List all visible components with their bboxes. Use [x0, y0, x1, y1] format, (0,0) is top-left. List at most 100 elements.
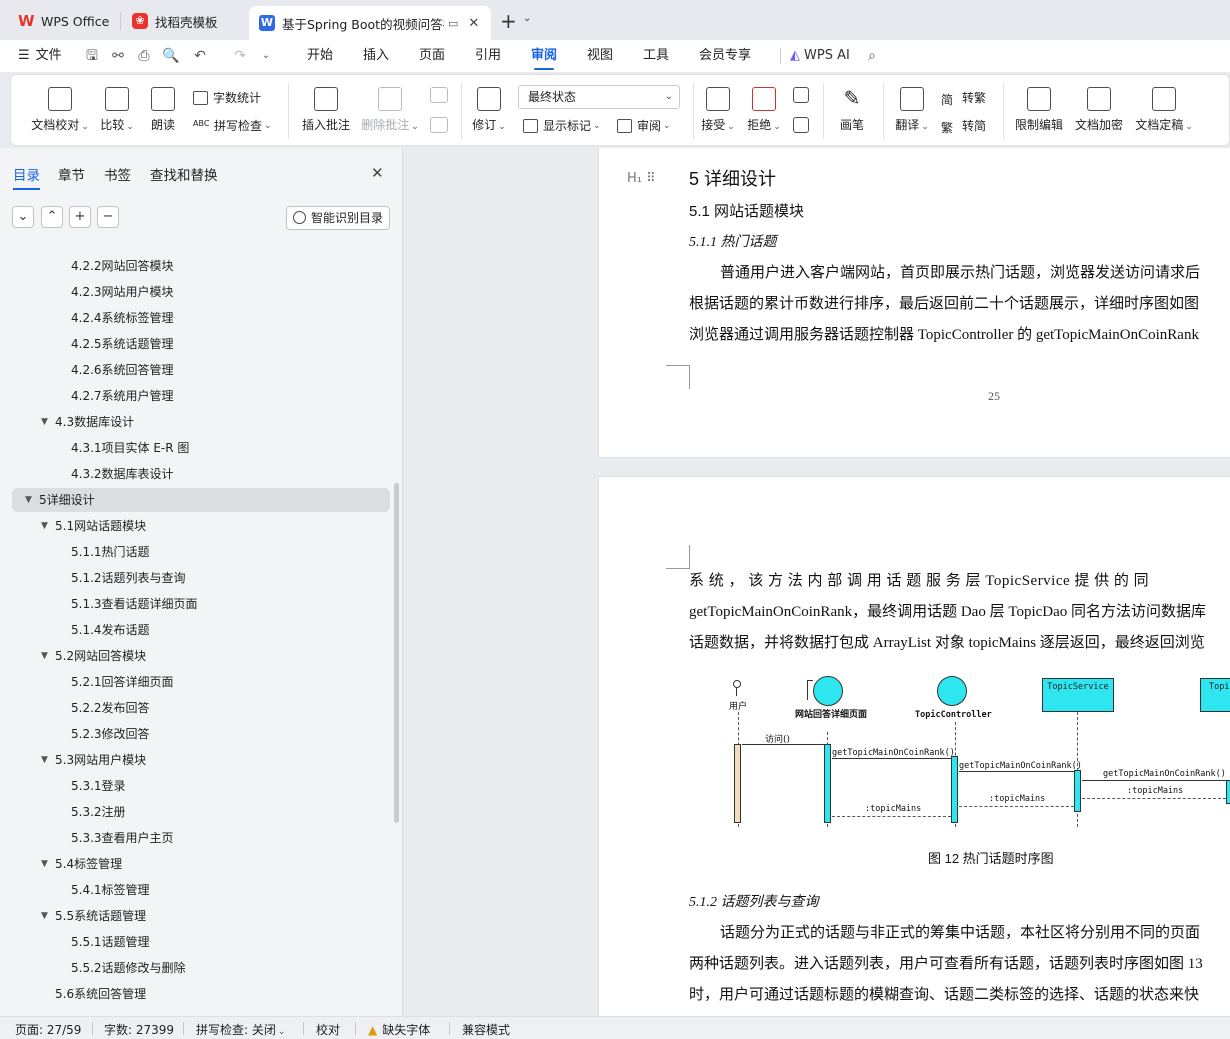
prev-change-button[interactable]: [791, 87, 811, 108]
toc-item[interactable]: 4.2.5系统话题管理: [71, 332, 174, 356]
new-tab-icon[interactable]: +: [500, 9, 517, 33]
close-tab-icon[interactable]: ✕: [468, 16, 479, 31]
encrypt-button[interactable]: 文档加密: [1073, 87, 1125, 133]
to-simplified-button[interactable]: 繁转简: [941, 117, 986, 135]
toc-item[interactable]: 5.2.2发布回答: [71, 696, 150, 720]
menu-wps-ai[interactable]: ◭ WPS AI: [790, 40, 850, 72]
menu-tools[interactable]: 工具: [643, 40, 669, 72]
to-traditional-button[interactable]: 简转繁: [941, 89, 986, 107]
menu-insert[interactable]: 插入: [363, 40, 389, 72]
print-preview-icon[interactable]: 🔍: [162, 48, 179, 64]
next-change-button[interactable]: [791, 117, 811, 138]
toc-item[interactable]: 4.2.7系统用户管理: [71, 384, 174, 408]
compare-button[interactable]: 比较 ⌄: [97, 87, 137, 133]
tab-wps-office[interactable]: W WPS Office: [8, 6, 118, 36]
expand-button[interactable]: ⌃: [41, 206, 63, 228]
toc-item[interactable]: 5.6系统回答管理: [55, 982, 146, 1006]
toc-expand-arrow-icon[interactable]: ▼: [41, 755, 48, 765]
read-aloud-button[interactable]: 朗读: [149, 87, 177, 133]
reject-button[interactable]: 拒绝 ⌄: [747, 87, 781, 133]
close-icon[interactable]: ✕: [371, 164, 384, 182]
toc-expand-arrow-icon[interactable]: ▼: [41, 859, 48, 869]
toc-item[interactable]: 5.3.1登录: [71, 774, 126, 798]
toc-expand-arrow-icon[interactable]: ▼: [41, 521, 48, 531]
toc-item[interactable]: 5.1.4发布话题: [71, 618, 150, 642]
prev-comment-button[interactable]: [429, 87, 449, 108]
restrict-edit-button[interactable]: 限制编辑: [1013, 87, 1065, 133]
translate-button[interactable]: 翻译 ⌄: [893, 87, 931, 133]
toc-item[interactable]: 5.2.3修改回答: [71, 722, 150, 746]
toc-expand-arrow-icon[interactable]: ▼: [41, 417, 48, 427]
toc-expand-arrow-icon[interactable]: ▼: [25, 495, 32, 505]
toc-item[interactable]: 5.4.1标签管理: [71, 878, 150, 902]
share-icon[interactable]: ⚯: [110, 48, 126, 64]
toc-item[interactable]: 5.2网站回答模块: [55, 644, 146, 668]
markup-status-select[interactable]: 最终状态 ⌄: [518, 85, 680, 109]
chevron-down-icon[interactable]: ⌄: [258, 48, 274, 64]
toc-item[interactable]: 5详细设计: [39, 488, 95, 512]
heading-marker-icon[interactable]: H₁ ⠿: [627, 171, 656, 186]
finalize-button[interactable]: 文档定稿 ⌄: [1133, 87, 1195, 133]
doc-check-button[interactable]: 文档校对 ⌄: [29, 87, 91, 133]
toc-item[interactable]: 5.1网站话题模块: [55, 514, 146, 538]
menu-review[interactable]: 审阅: [531, 40, 557, 72]
toc-item[interactable]: 5.4标签管理: [55, 852, 122, 876]
menu-file[interactable]: ☰ 文件: [18, 40, 62, 72]
toc-item[interactable]: 4.2.3网站用户模块: [71, 280, 174, 304]
track-changes-button[interactable]: 修订 ⌄: [471, 87, 507, 133]
nav-tab-toc[interactable]: 目录: [13, 164, 40, 190]
nav-scrollbar[interactable]: [394, 483, 399, 823]
toc-item[interactable]: 4.2.2网站回答模块: [71, 254, 174, 278]
tab-document[interactable]: W 基于Spring Boot的视频问答社 ▭ ✕: [249, 6, 491, 40]
nav-tab-bookmarks[interactable]: 书签: [104, 164, 131, 184]
smart-toc-button[interactable]: 智能识别目录: [286, 206, 390, 230]
toc-item[interactable]: 5.1.1热门话题: [71, 540, 150, 564]
menu-member[interactable]: 会员专享: [699, 40, 751, 72]
menu-start[interactable]: 开始: [307, 40, 333, 72]
toc-item[interactable]: 5.3.3查看用户主页: [71, 826, 174, 850]
toc-item[interactable]: 5.5系统话题管理: [55, 904, 146, 928]
toc-item[interactable]: 5.1.3查看话题详细页面: [71, 592, 198, 616]
menu-view[interactable]: 视图: [587, 40, 613, 72]
save-icon[interactable]: 🖫: [84, 48, 100, 64]
page-count[interactable]: 页面: 27/59: [15, 1021, 81, 1038]
toc-item[interactable]: 5.3网站用户模块: [55, 748, 146, 772]
show-markup-button[interactable]: 显示标记 ⌄: [523, 117, 601, 134]
insert-comment-button[interactable]: 插入批注: [301, 87, 351, 133]
toc-item[interactable]: 5.5.2话题修改与删除: [71, 956, 186, 980]
toc-expand-arrow-icon[interactable]: ▼: [41, 911, 48, 921]
print-icon[interactable]: ⎙: [136, 48, 152, 64]
tab-docer[interactable]: ❀ 找稻壳模板: [122, 6, 244, 36]
search-icon[interactable]: ⌕: [864, 48, 880, 64]
toc-item[interactable]: 4.3数据库设计: [55, 410, 134, 434]
remove-heading-button[interactable]: −: [97, 206, 119, 228]
collapse-button[interactable]: ⌄: [12, 206, 34, 228]
spell-check-button[interactable]: ABC 拼写检查 ⌄: [193, 117, 272, 134]
delete-comment-button[interactable]: 删除批注 ⌄: [361, 87, 419, 133]
toc-item[interactable]: 4.3.1项目实体 E-R 图: [71, 436, 189, 460]
proofread-status[interactable]: 校对: [316, 1021, 340, 1038]
pen-button[interactable]: ✎ 画笔: [837, 87, 867, 133]
toc-item[interactable]: 5.2.1回答详细页面: [71, 670, 174, 694]
accept-button[interactable]: 接受 ⌄: [701, 87, 735, 133]
next-comment-button[interactable]: [429, 117, 449, 138]
chevron-down-icon[interactable]: ⌄: [523, 13, 531, 24]
spell-check-status[interactable]: 拼写检查: 关闭 ⌄: [196, 1021, 285, 1038]
menu-page[interactable]: 页面: [419, 40, 445, 72]
menu-reference[interactable]: 引用: [475, 40, 501, 72]
undo-icon[interactable]: ↶: [192, 48, 208, 64]
nav-tab-find-replace[interactable]: 查找和替换: [150, 164, 218, 184]
review-pane-button[interactable]: 审阅 ⌄: [617, 117, 671, 134]
toc-item[interactable]: 4.2.6系统回答管理: [71, 358, 174, 382]
toc-expand-arrow-icon[interactable]: ▼: [41, 651, 48, 661]
add-heading-button[interactable]: +: [69, 206, 91, 228]
toc-item[interactable]: 5.1.2话题列表与查询: [71, 566, 186, 590]
word-count[interactable]: 字数: 27399: [104, 1021, 174, 1038]
toc-item[interactable]: 4.3.2数据库表设计: [71, 462, 174, 486]
redo-icon[interactable]: ↷: [232, 48, 248, 64]
toc-item[interactable]: 4.2.4系统标签管理: [71, 306, 174, 330]
toc-item[interactable]: 5.3.2注册: [71, 800, 126, 824]
toc-item[interactable]: 5.5.1话题管理: [71, 930, 150, 954]
nav-tab-sections[interactable]: 章节: [58, 164, 85, 184]
word-count-button[interactable]: 字数统计: [193, 89, 261, 106]
